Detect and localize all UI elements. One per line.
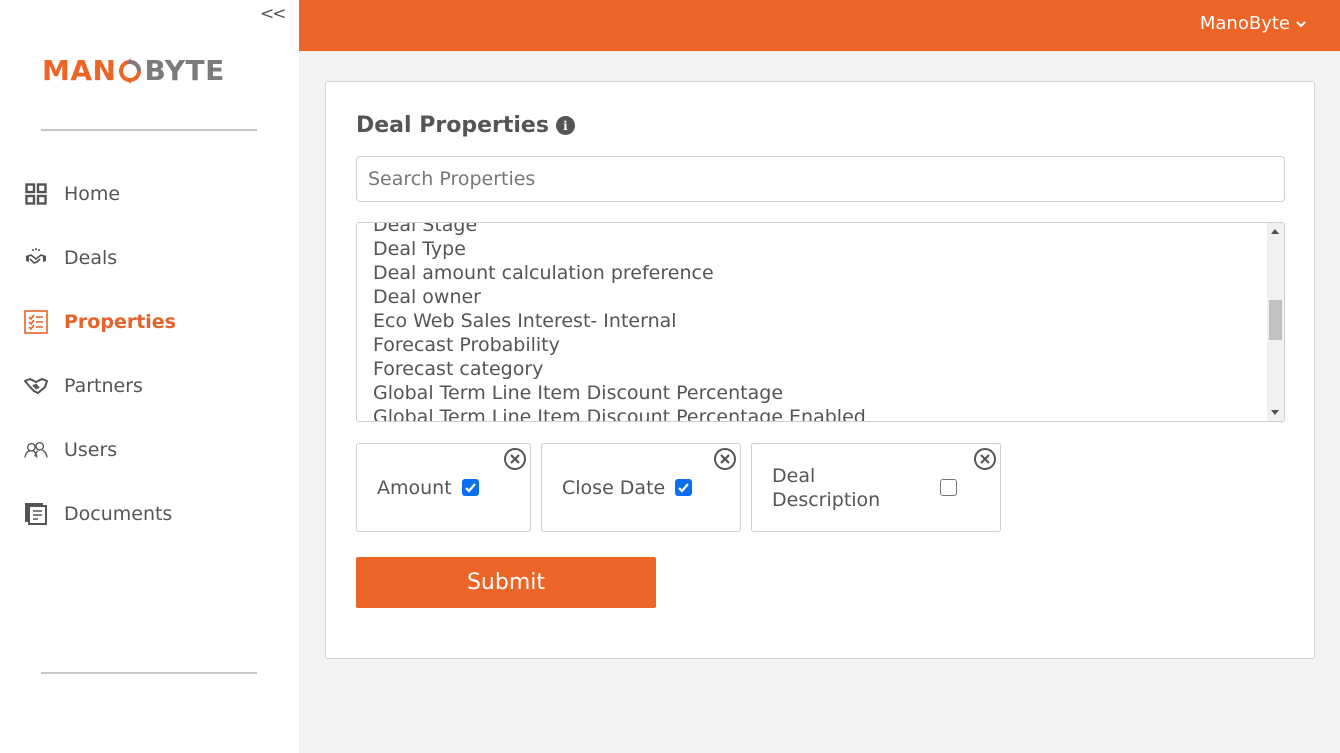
sidebar-item-label: Properties [64, 311, 176, 333]
remove-circle-x-icon[interactable] [713, 447, 737, 471]
handshake-icon [24, 374, 48, 398]
property-list-item[interactable]: Eco Web Sales Interest- Internal [373, 309, 866, 333]
sidebar-item-deals[interactable]: Deals [0, 226, 299, 290]
sidebar-item-label: Partners [64, 375, 143, 397]
handshake-icon [24, 246, 48, 270]
users-icon [24, 438, 48, 462]
checklist-icon [24, 310, 48, 334]
property-list-item[interactable]: Forecast Probability [373, 333, 866, 357]
scroll-up-arrow-icon[interactable] [1271, 229, 1279, 234]
page-title-text: Deal Properties [356, 113, 549, 138]
sidebar-item-users[interactable]: Users [0, 418, 299, 482]
chip-label: Close Date [562, 476, 666, 499]
property-list-item[interactable]: Deal Type [373, 237, 866, 261]
selected-property-chip: Deal Description [751, 443, 1001, 532]
scroll-down-arrow-icon[interactable] [1271, 410, 1279, 415]
search-properties-input[interactable] [356, 156, 1285, 202]
remove-circle-x-icon[interactable] [973, 447, 997, 471]
chip-label: Deal Description [772, 464, 881, 511]
collapse-sidebar-button[interactable]: << [260, 4, 286, 24]
selected-property-chip: Amount [356, 443, 531, 532]
sidebar-item-partners[interactable]: Partners [0, 354, 299, 418]
sidebar-item-home[interactable]: Home [0, 162, 299, 226]
property-list-item[interactable]: Forecast category [373, 357, 866, 381]
chip-checkbox[interactable] [940, 479, 957, 496]
sidebar-item-documents[interactable]: Documents [0, 482, 299, 546]
property-list-item[interactable]: Global Term Line Item Discount Percentag… [373, 405, 866, 421]
listbox-scrollbar[interactable] [1267, 223, 1284, 421]
user-name: ManoByte [1199, 13, 1290, 34]
grid-icon [24, 182, 48, 206]
documents-icon [24, 502, 48, 526]
logo-text-left: MAN [42, 54, 117, 87]
sidebar-item-label: Documents [64, 503, 173, 525]
logo-gear-icon [119, 57, 142, 84]
sidebar-item-label: Deals [64, 247, 118, 269]
sidebar-divider [41, 129, 257, 131]
selected-property-chip: Close Date [541, 443, 741, 532]
property-list-item[interactable]: Deal amount calculation preference [373, 261, 866, 285]
remove-circle-x-icon[interactable] [503, 447, 527, 471]
logo: MAN BYTE [42, 54, 225, 87]
deal-properties-card: Deal Properties i Deal StageDeal TypeDea… [325, 81, 1315, 659]
property-list: Deal Stage Deal Type Deal amount calculati… [373, 223, 866, 421]
selected-properties: Amount Close Date Deal Description [356, 443, 1001, 532]
logo-text-right: BYTE [144, 54, 225, 87]
sidebar: << MAN BYTE Home Deals Properties Partne… [0, 0, 299, 753]
property-list-item[interactable]: Global Term Line Item Discount Percentag… [373, 381, 866, 405]
property-listbox[interactable]: Deal Stage Deal Type Deal amount calculati… [356, 222, 1285, 422]
info-icon[interactable]: i [555, 116, 575, 135]
chip-checkbox[interactable] [675, 479, 693, 496]
scrollbar-thumb[interactable] [1269, 300, 1282, 340]
property-list-item[interactable]: Deal Stage [373, 223, 866, 237]
sidebar-item-label: Users [64, 439, 118, 461]
page-title: Deal Properties i [356, 113, 575, 138]
submit-button[interactable]: Submit [356, 557, 656, 608]
top-bar: ManoByte [299, 0, 1340, 51]
property-list-item[interactable]: Deal owner [373, 285, 866, 309]
sidebar-item-properties[interactable]: Properties [0, 290, 299, 354]
sidebar-divider [41, 672, 257, 674]
sidebar-nav: Home Deals Properties Partners Users Doc… [0, 162, 299, 546]
sidebar-item-label: Home [64, 183, 121, 205]
chip-label: Amount [377, 476, 452, 499]
chevron-down-icon [1296, 20, 1306, 27]
chip-checkbox[interactable] [461, 479, 479, 496]
user-menu[interactable]: ManoByte [1200, 13, 1307, 34]
